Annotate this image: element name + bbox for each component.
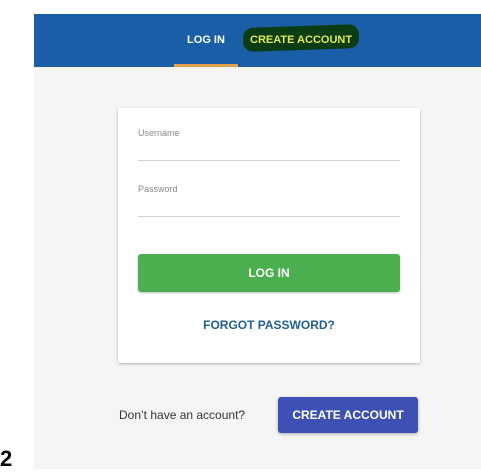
tab-create-account[interactable]: CREATE ACCOUNT xyxy=(250,14,362,67)
login-card: Username Password LOG IN FORGOT PASSWORD… xyxy=(118,108,420,363)
figure-number: 2 xyxy=(0,446,13,471)
password-input[interactable]: Password xyxy=(138,182,400,217)
no-account-prompt: Don’t have an account? xyxy=(119,408,246,422)
tab-create-account-label: CREATE ACCOUNT xyxy=(250,34,353,46)
username-label: Username xyxy=(138,128,180,138)
create-account-button[interactable]: CREATE ACCOUNT xyxy=(278,397,418,433)
log-in-button[interactable]: LOG IN xyxy=(138,254,400,292)
password-label: Password xyxy=(138,184,178,194)
app-window: LOG IN CREATE ACCOUNT Username Password … xyxy=(34,14,481,469)
active-tab-indicator xyxy=(174,64,238,67)
username-input[interactable]: Username xyxy=(138,126,400,161)
header-bar: LOG IN CREATE ACCOUNT xyxy=(34,14,481,67)
forgot-password-link[interactable]: FORGOT PASSWORD? xyxy=(138,318,400,332)
tab-log-in[interactable]: LOG IN xyxy=(174,14,238,67)
tab-log-in-label: LOG IN xyxy=(187,34,225,46)
